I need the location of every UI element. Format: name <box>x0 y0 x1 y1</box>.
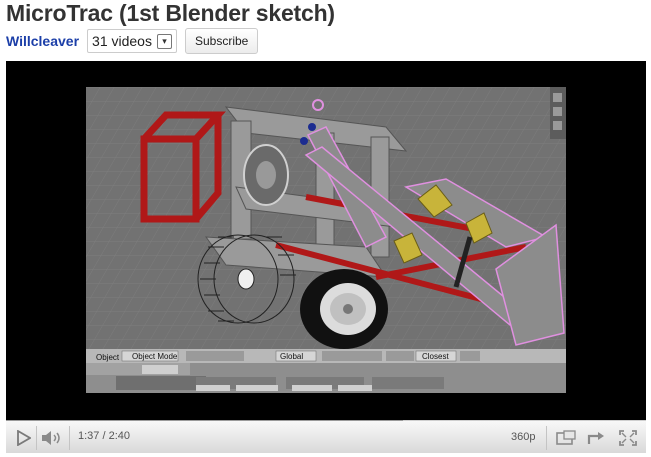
play-button[interactable] <box>14 429 34 447</box>
blender-viewport: Object Object Mode 1 Global Closest <box>86 87 566 393</box>
fullscreen-icon <box>619 430 637 446</box>
popout-icon <box>556 430 576 445</box>
expand-icon <box>587 432 604 444</box>
channel-bar: Willcleaver 31 videos ▾ Subscribe <box>6 28 259 54</box>
video-frame[interactable]: Object Object Mode 1 Global Closest <box>86 87 566 393</box>
divider <box>36 426 37 450</box>
expand-button[interactable] <box>584 429 608 447</box>
object-menu-label: Object <box>96 353 120 362</box>
video-player[interactable]: Object Object Mode 1 Global Closest <box>6 61 646 453</box>
video-title: MicroTrac (1st Blender sketch) <box>6 0 335 26</box>
video-count: 31 videos <box>92 33 152 49</box>
divider <box>69 426 70 450</box>
volume-button[interactable] <box>40 429 66 447</box>
playlist-dropdown-icon[interactable]: ▾ <box>156 33 172 49</box>
volume-icon <box>42 431 60 445</box>
fullscreen-button[interactable] <box>616 429 640 447</box>
popout-button[interactable] <box>554 429 578 447</box>
subscribe-button[interactable]: Subscribe <box>184 28 259 54</box>
blender-buttons-panel <box>86 363 566 393</box>
front-tire <box>300 269 388 349</box>
time-display: 1:37 / 2:40 <box>78 430 130 442</box>
mode-selector-label: Object Mode <box>132 352 178 361</box>
videos-dropdown[interactable]: 31 videos ▾ <box>87 29 177 53</box>
divider <box>546 426 547 450</box>
quality-button[interactable]: 360p <box>511 431 535 443</box>
channel-link[interactable]: Willcleaver <box>6 33 79 49</box>
play-icon <box>17 430 31 446</box>
snap-target-label: Closest <box>422 352 449 361</box>
orientation-label: Global <box>280 352 303 361</box>
